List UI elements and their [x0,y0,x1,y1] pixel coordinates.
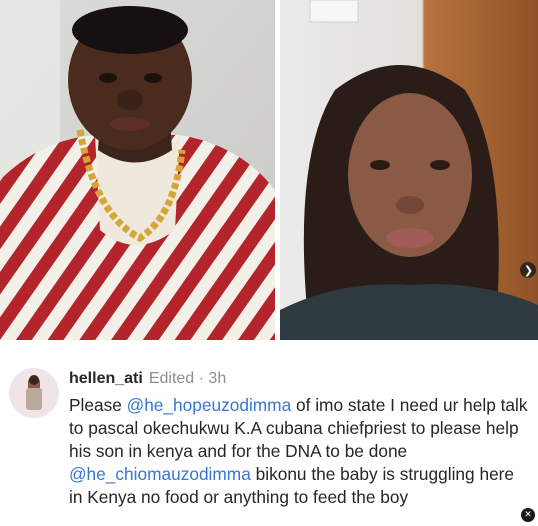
mention-link[interactable]: @he_hopeuzodimma [127,395,292,415]
close-button[interactable]: ✕ [521,508,535,522]
man-portrait-photo [0,0,275,340]
comment-text-part: Please [69,395,127,415]
comment-username[interactable]: hellen_ati [69,370,143,387]
woman-portrait-photo [280,0,538,340]
edited-text: Edited [148,370,195,387]
close-icon: ✕ [524,510,532,520]
comment: hellen_ati Edited · 3h Please @he_hopeuzo… [0,356,538,526]
carousel-next-button[interactable]: ❯ [520,262,536,278]
comment-edited-label: Edited · 3h [149,370,226,387]
meta-separator: · [198,370,204,387]
comment-timestamp: 3h [208,370,227,387]
comment-text: Please @he_hopeuzodimma of imo state I n… [69,394,531,509]
mention-link[interactable]: @he_chiomauzodimma [69,464,251,484]
comment-header: hellen_ati Edited · 3h [69,368,226,390]
post-media: ❯ [0,0,538,340]
chevron-right-icon: ❯ [523,263,534,277]
avatar[interactable] [9,368,59,418]
